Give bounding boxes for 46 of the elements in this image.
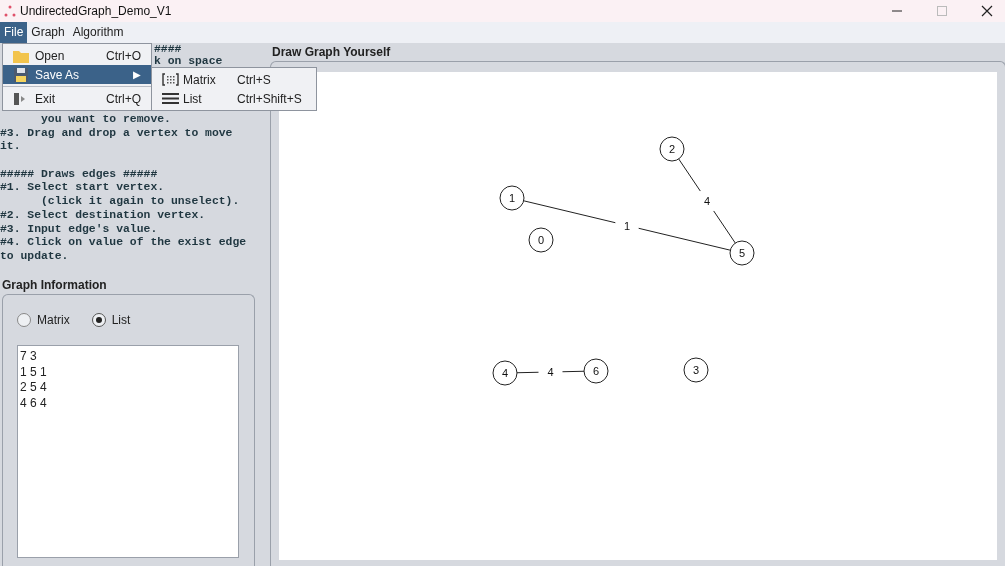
menu-item[interactable]: Algorithm [68, 21, 128, 43]
vertex[interactable]: 1 [499, 185, 525, 211]
edge-line[interactable] [516, 370, 585, 374]
folder-icon [13, 48, 29, 63]
instruction-text: #4. Click on value of the exist edge [0, 236, 248, 250]
edge-weight[interactable]: 1 [623, 219, 631, 232]
instruction-text: #2. Select destination vertex. [0, 208, 207, 223]
edge-weight[interactable]: 4 [547, 366, 554, 378]
output-text-area[interactable]: 7 3 1 5 1 2 5 4 4 6 4 [17, 345, 239, 558]
instruction-text: to update. [0, 249, 70, 264]
vertex[interactable]: 2 [659, 136, 685, 162]
output-line: 2 5 4 [20, 380, 47, 396]
window-title: UndirectedGraph_Demo_V1 [20, 3, 172, 18]
radio-button[interactable] [17, 313, 31, 327]
output-line: 4 6 4 [20, 395, 47, 411]
vertex[interactable]: 4 [492, 360, 518, 386]
instruction-text: #3. Drag and drop a vertex to move [0, 126, 234, 141]
edge-weight[interactable]: 4 [703, 195, 711, 207]
instruction-text: it. [0, 140, 22, 155]
menu-item[interactable]: Graph [27, 21, 69, 43]
vertex[interactable]: 0 [528, 227, 554, 253]
instruction-text: you want to remove. [40, 113, 172, 127]
instruction-text: #3. Input edge's value. [0, 222, 159, 237]
app-icon [4, 4, 16, 17]
instruction-text: #1. Select start vertex. [0, 181, 166, 196]
radio-button[interactable] [91, 313, 106, 327]
list-icon [162, 92, 179, 105]
radio-option[interactable]: Matrix [17, 313, 70, 327]
output-line: 7 3 [20, 349, 37, 365]
section-title: Graph Information [1, 278, 107, 294]
menu-item[interactable]: File [0, 21, 28, 43]
vertex[interactable]: 6 [583, 358, 609, 384]
menu-item[interactable]: Open Ctrl+O [3, 46, 151, 65]
vertex[interactable]: 3 [683, 357, 709, 383]
section-title: Draw Graph Yourself [271, 44, 391, 61]
instruction-text: k on space [154, 55, 223, 67]
vertex[interactable]: 5 [729, 240, 755, 266]
radio-option[interactable]: List [91, 313, 131, 327]
instruction-text: ##### Draws edges ##### [0, 167, 159, 182]
instruction-text: (click it again to unselect). [40, 195, 241, 209]
menu-item[interactable]: Save As ▶ [3, 65, 151, 84]
close-icon[interactable] [981, 4, 993, 17]
output-line: 1 5 1 [20, 364, 47, 380]
menu-item[interactable]: Exit Ctrl+Q [3, 89, 151, 108]
instruction-text: #### [154, 44, 182, 56]
grid-icon [162, 73, 179, 86]
